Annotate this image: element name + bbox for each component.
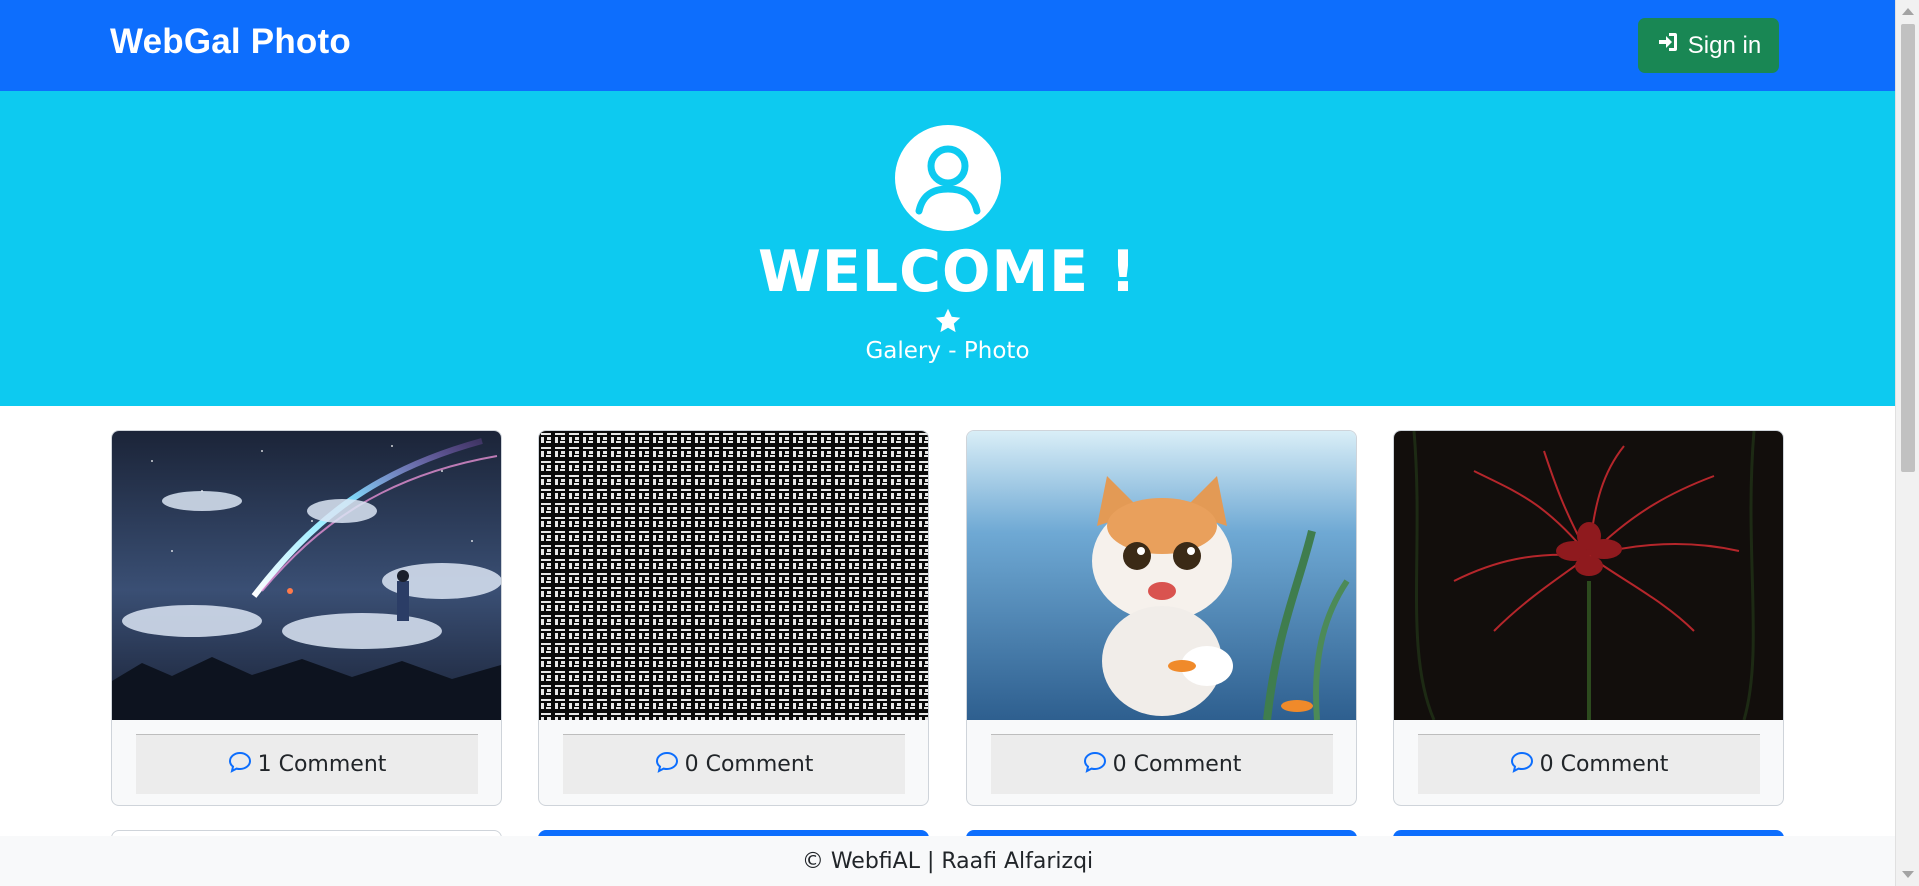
comment-count: 0 Comment	[1112, 752, 1242, 777]
sign-in-label: Sign in	[1687, 31, 1762, 59]
scrollbar-thumb[interactable]	[1901, 24, 1915, 472]
photo-card: 0 Comment	[1393, 430, 1784, 806]
photo-card: 0 Comment	[966, 430, 1357, 806]
footer-copyright: © WebfiAL | Raafi Alfarizqi	[801, 848, 1094, 874]
comment-icon	[1083, 750, 1107, 780]
hero-banner: WELCOME ! Galery - Photo	[0, 91, 1895, 406]
scroll-down-arrow-icon[interactable]	[1902, 871, 1914, 878]
star-icon	[934, 307, 962, 335]
page: WebGal Photo Sign in WELCOME ! Galery - …	[0, 0, 1919, 886]
welcome-heading: WELCOME !	[758, 239, 1137, 305]
photo-card: 0 Comment	[538, 430, 929, 806]
hero-subtitle: Galery - Photo	[865, 338, 1030, 364]
comment-icon	[655, 750, 679, 780]
comment-button[interactable]: 0 Comment	[563, 734, 905, 794]
comment-icon	[228, 750, 252, 780]
brand-title[interactable]: WebGal Photo	[110, 22, 351, 62]
comment-button[interactable]: 1 Comment	[136, 734, 478, 794]
photo-night-sky-comet[interactable]	[112, 431, 501, 720]
vertical-scrollbar[interactable]	[1895, 0, 1919, 886]
user-circle-icon	[895, 125, 1001, 231]
photo-red-spider-lily[interactable]	[1394, 431, 1783, 720]
comment-count: 0 Comment	[684, 752, 814, 777]
navbar: WebGal Photo Sign in	[0, 0, 1895, 91]
photo-card: 1 Comment	[111, 430, 502, 806]
sign-in-icon	[1656, 30, 1680, 61]
comment-count: 0 Comment	[1539, 752, 1669, 777]
sign-in-button[interactable]: Sign in	[1638, 18, 1779, 73]
photo-glyph-pattern[interactable]	[539, 431, 928, 720]
comment-button[interactable]: 0 Comment	[1418, 734, 1760, 794]
scroll-up-arrow-icon[interactable]	[1902, 8, 1914, 15]
comment-count: 1 Comment	[257, 752, 387, 777]
comment-icon	[1510, 750, 1534, 780]
footer: © WebfiAL | Raafi Alfarizqi	[0, 836, 1895, 886]
photo-kitten-underwater[interactable]	[967, 431, 1356, 720]
comment-button[interactable]: 0 Comment	[991, 734, 1333, 794]
